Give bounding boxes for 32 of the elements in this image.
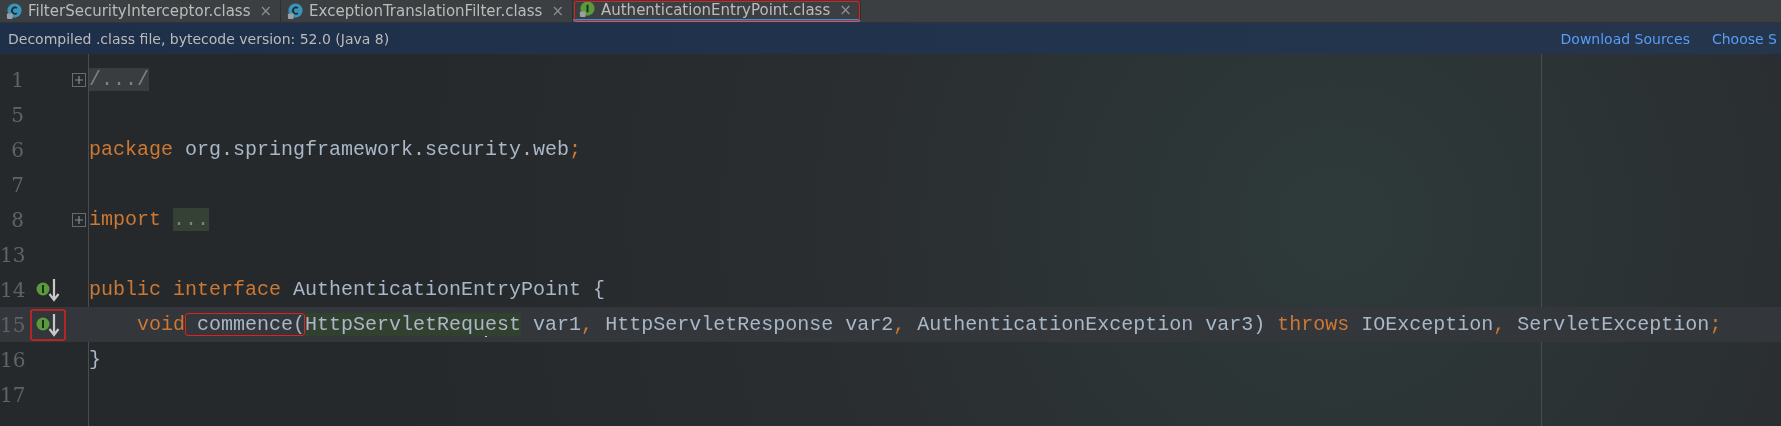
code-line: } [89, 348, 101, 371]
editor-tab[interactable]: AuthenticationEntryPoint.class × [572, 0, 861, 22]
tab-label: FilterSecurityInterceptor.class [28, 2, 251, 20]
expand-fold-icon[interactable] [72, 72, 86, 87]
close-icon[interactable]: × [839, 0, 852, 19]
line-number: 6 [10, 137, 24, 162]
class-file-icon [287, 2, 305, 20]
code-line: import ... [89, 208, 210, 231]
line-number: 1 [10, 67, 24, 92]
code-line: package org.springframework.security.web; [89, 138, 582, 161]
implemented-method-icon[interactable] [30, 308, 66, 341]
banner-message: Decompiled .class file, bytecode version: 52.0 (Java 8) [8, 30, 390, 47]
editor-tab[interactable]: FilterSecurityInterceptor.class × [0, 0, 282, 22]
class-file-icon [6, 2, 23, 20]
tab-label: AuthenticationEntryPoint.class [600, 0, 831, 19]
line-number: 5 [10, 102, 24, 127]
close-icon[interactable]: × [259, 2, 273, 20]
code-line: void commence(HttpServletRequest var1, HttpServletResponse var2, AuthenticationException var3) throws IOException, ServletException; [136, 312, 1722, 337]
interface-file-icon [578, 1, 596, 18]
code-line: public interface AuthenticationEntryPoint { [89, 278, 606, 301]
line-number: 13 [0, 242, 24, 267]
line-number: 16 [0, 347, 24, 372]
banner-link[interactable]: Choose S [1711, 30, 1777, 47]
line-number: 17 [0, 382, 24, 407]
line-number: 14 [0, 277, 24, 302]
close-icon[interactable]: × [551, 2, 564, 20]
expand-fold-icon[interactable] [72, 212, 86, 227]
tab-label: ExceptionTranslationFilter.class [309, 2, 543, 20]
line-number: 8 [10, 207, 24, 232]
editor-tab[interactable]: ExceptionTranslationFilter.class × [281, 0, 573, 22]
line-number: 7 [10, 172, 24, 197]
banner-link[interactable]: Download Sources [1560, 30, 1690, 47]
